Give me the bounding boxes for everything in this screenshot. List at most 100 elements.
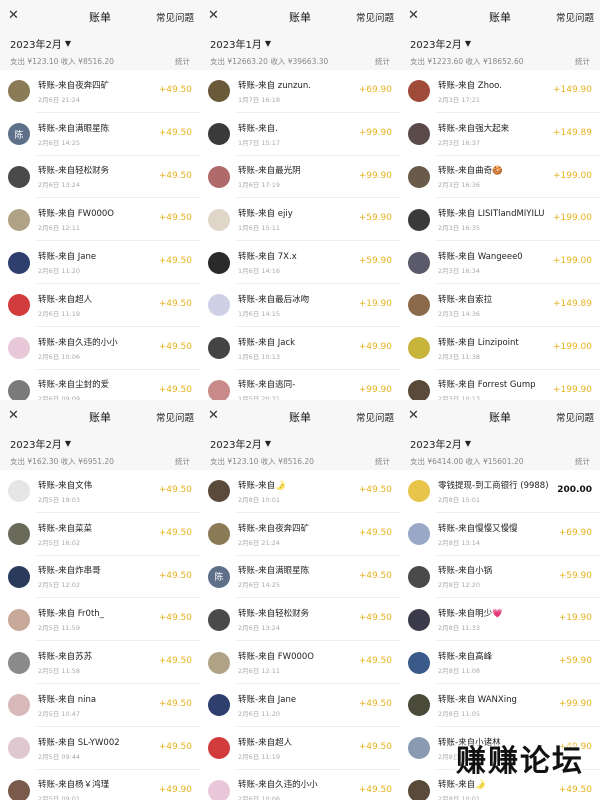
stats-button[interactable]: 统计	[175, 56, 190, 67]
faq-link[interactable]: 常见问题	[156, 410, 194, 424]
transaction-time: 2月8日 11:08	[438, 667, 481, 676]
avatar	[408, 523, 430, 546]
transaction-row[interactable]: 转账-来自 Jane 2月6日 11:20 +49.50	[0, 241, 200, 284]
transaction-row[interactable]: 转账-来自苏苏 2月5日 11:58 +49.50	[0, 641, 200, 684]
avatar	[208, 480, 230, 503]
transaction-time: 1月6日 10:13	[238, 352, 281, 361]
transaction-row[interactable]: 转账-来自高峰 2月8日 11:08 +59.90	[400, 641, 600, 684]
transaction-row[interactable]: 转账-来自尘封的爱 2月6日 09:09 +49.50	[0, 370, 200, 400]
transaction-amount: +19.90	[558, 613, 592, 624]
stats-button[interactable]: 统计	[575, 456, 590, 467]
transaction-row[interactable]: 转账-来自菜菜 2月5日 16:02 +49.50	[0, 513, 200, 556]
avatar	[408, 208, 430, 231]
transaction-row[interactable]: 转账-来自小锅 2月8日 12:20 +59.90	[400, 556, 600, 599]
transaction-amount: +69.90	[358, 85, 392, 95]
transaction-row[interactable]: 转账-来自夜奔四矿 2月6日 21:24 +49.50	[200, 513, 400, 556]
transaction-row[interactable]: 转账-来自炸串哥 2月5日 12:02 +49.50	[0, 556, 200, 599]
transaction-row[interactable]: 转账-来自逃同- 1月5日 20:31 +99.90	[200, 370, 400, 400]
month-selector[interactable]: 2023年2月 ▼	[200, 434, 400, 452]
avatar	[8, 480, 30, 503]
transaction-row[interactable]: 转账-来自 ejiy 1月6日 15:11 +59.90	[200, 198, 400, 241]
avatar	[8, 779, 30, 800]
transaction-row[interactable]: 转账-来自 WANXing 2月8日 11:05 +99.90	[400, 684, 600, 727]
transaction-row[interactable]: 转账-来自杨￥鸿瑾 2月5日 09:01 +49.90	[0, 770, 200, 800]
transaction-row[interactable]: 转账-来自最光阴 1月6日 17:19 +99.90	[200, 156, 400, 199]
transaction-row[interactable]: 转账-来自 SL-YW002 2月5日 09:44 +49.50	[0, 727, 200, 770]
faq-link[interactable]: 常见问题	[356, 410, 394, 424]
transaction-row[interactable]: 转账-来自 Jane 2月6日 11:20 +49.50	[200, 684, 400, 727]
transaction-row[interactable]: 转账-来自明少💗 2月8日 11:33 +19.90	[400, 598, 600, 641]
transaction-row[interactable]: 转账-来自超人 2月6日 11:19 +49.50	[200, 727, 400, 770]
transaction-row[interactable]: 转账-来自 nina 2月5日 10:47 +49.50	[0, 684, 200, 727]
transaction-row[interactable]: 转账-来自 Forrest Gump 2月3日 10:13 +199.90	[400, 370, 600, 400]
avatar	[208, 651, 230, 674]
stats-button[interactable]: 统计	[375, 56, 390, 67]
avatar	[408, 294, 430, 317]
transaction-row[interactable]: 转账-来自 Zhoo. 2月3日 17:21 +149.90	[400, 70, 600, 113]
month-selector[interactable]: 2023年2月 ▼	[400, 434, 600, 452]
transaction-amount: +49.50	[358, 613, 392, 624]
transaction-row[interactable]: 转账-来自轻松财务 2月6日 13:24 +49.50	[200, 598, 400, 641]
transaction-row[interactable]: 转账-来自文伟 2月5日 19:03 +49.50	[0, 470, 200, 513]
stats-button[interactable]: 统计	[175, 456, 190, 467]
faq-link[interactable]: 常见问题	[356, 10, 394, 24]
month-selector[interactable]: 2023年2月 ▼	[0, 434, 200, 452]
transaction-row[interactable]: 转账-来自久违的小小 2月6日 10:06 +49.50	[200, 770, 400, 800]
transaction-row[interactable]: 转账-来自 FW000O 2月6日 12:11 +49.50	[200, 641, 400, 684]
bill-panel: ✕ 账单 常见问题 2023年2月 ▼ 支出 ¥1223.60 收入 ¥18652.60 统…	[400, 0, 600, 400]
transaction-row[interactable]: 转账-来自 zunzun. 1月7日 16:18 +69.90	[200, 70, 400, 113]
transaction-row[interactable]: 转账-来自索拉 2月3日 14:36 +149.89	[400, 284, 600, 327]
transaction-amount: +19.90	[358, 298, 392, 309]
transaction-amount: +49.50	[158, 256, 192, 267]
stats-button[interactable]: 统计	[575, 56, 590, 67]
transaction-time: 1月6日 17:19	[238, 181, 281, 190]
transaction-amount: +59.90	[358, 256, 392, 267]
faq-link[interactable]: 常见问题	[156, 10, 194, 24]
transaction-row[interactable]: 零钱提现-到工商银行 (9988) 2月8日 15:01 200.00	[400, 470, 600, 513]
transaction-row[interactable]: 转账-来自最后冰吻 1月6日 14:15 +19.90	[200, 284, 400, 327]
transaction-row[interactable]: 转账-来自 Jack 1月6日 10:13 +49.90	[200, 327, 400, 370]
transaction-row[interactable]: 转账-来自轻松财务 2月6日 13:24 +49.50	[0, 156, 200, 199]
transaction-row[interactable]: 转账-来自夜奔四矿 2月6日 21:24 +49.50	[0, 70, 200, 113]
faq-link[interactable]: 常见问题	[556, 410, 594, 424]
month-selector[interactable]: 2023年1月 ▼	[200, 34, 400, 52]
transaction-row[interactable]: 转账-来自慢慢又慢慢 2月8日 13:14 +69.90	[400, 513, 600, 556]
transaction-row[interactable]: 转账-来自🌛 2月8日 10:01 +49.50	[200, 470, 400, 513]
transaction-row[interactable]: 转账-来自超人 2月6日 11:19 +49.50	[0, 284, 200, 327]
avatar	[208, 779, 230, 800]
transaction-row[interactable]: 陈转账-来自满眼星陈 2月6日 14:25 +49.50	[0, 113, 200, 156]
summary-row: 支出 ¥123.10 收入 ¥8516.20 统计	[0, 52, 200, 70]
transaction-amount: +59.90	[558, 570, 592, 581]
stats-button[interactable]: 统计	[375, 456, 390, 467]
transaction-amount: +49.50	[558, 784, 592, 795]
transaction-row[interactable]: 陈转账-来自满眼星陈 2月6日 14:25 +49.50	[200, 556, 400, 599]
avatar	[8, 379, 30, 400]
summary-row: 支出 ¥6414.00 收入 ¥15601.20 统计	[400, 452, 600, 470]
transaction-row[interactable]: 转账-来自 FW000O 2月6日 12:11 +49.50	[0, 198, 200, 241]
transaction-row[interactable]: 转账-来自强大起来 2月3日 16:37 +149.89	[400, 113, 600, 156]
faq-link[interactable]: 常见问题	[556, 10, 594, 24]
transaction-row[interactable]: 转账-来自久违的小小 2月6日 10:06 +49.50	[0, 327, 200, 370]
transaction-row[interactable]: 转账-来自 7X.x 1月6日 14:16 +59.90	[200, 241, 400, 284]
transaction-amount: +49.50	[158, 213, 192, 224]
transaction-row[interactable]: 转账-来自. 1月7日 15:17 +99.90	[200, 113, 400, 156]
month-selector[interactable]: 2023年2月 ▼	[0, 34, 200, 52]
transaction-amount: +199.00	[552, 170, 592, 181]
transaction-list: 转账-来自🌛 2月8日 10:01 +49.50 转账-来自夜奔四矿 2月6日 21:2…	[200, 470, 400, 800]
transaction-amount: +49.50	[358, 784, 392, 795]
avatar	[208, 165, 230, 188]
transaction-time: 2月8日 13:14	[438, 538, 481, 547]
month-selector[interactable]: 2023年2月 ▼	[400, 34, 600, 52]
transaction-time: 2月3日 11:38	[438, 352, 481, 361]
transaction-row[interactable]: 转账-来自 Wangeee0 2月3日 16:34 +199.00	[400, 241, 600, 284]
transaction-row[interactable]: 转账-来自 Linzipoint 2月3日 11:38 +199.00	[400, 327, 600, 370]
transaction-amount: +49.50	[158, 85, 192, 95]
transaction-row[interactable]: 转账-来自 Fr0th_ 2月5日 11:59 +49.50	[0, 598, 200, 641]
transaction-amount: +49.50	[158, 741, 192, 752]
transaction-row[interactable]: 转账-来自 LISITlandMIYILU 2月3日 16:35 +199.00	[400, 198, 600, 241]
transaction-amount: +49.50	[358, 485, 392, 495]
transaction-row[interactable]: 转账-来自曲奇🍪 2月3日 16:36 +199.00	[400, 156, 600, 199]
transaction-amount: +49.50	[358, 570, 392, 581]
transaction-time: 2月6日 14:25	[38, 138, 81, 147]
avatar	[208, 694, 230, 717]
